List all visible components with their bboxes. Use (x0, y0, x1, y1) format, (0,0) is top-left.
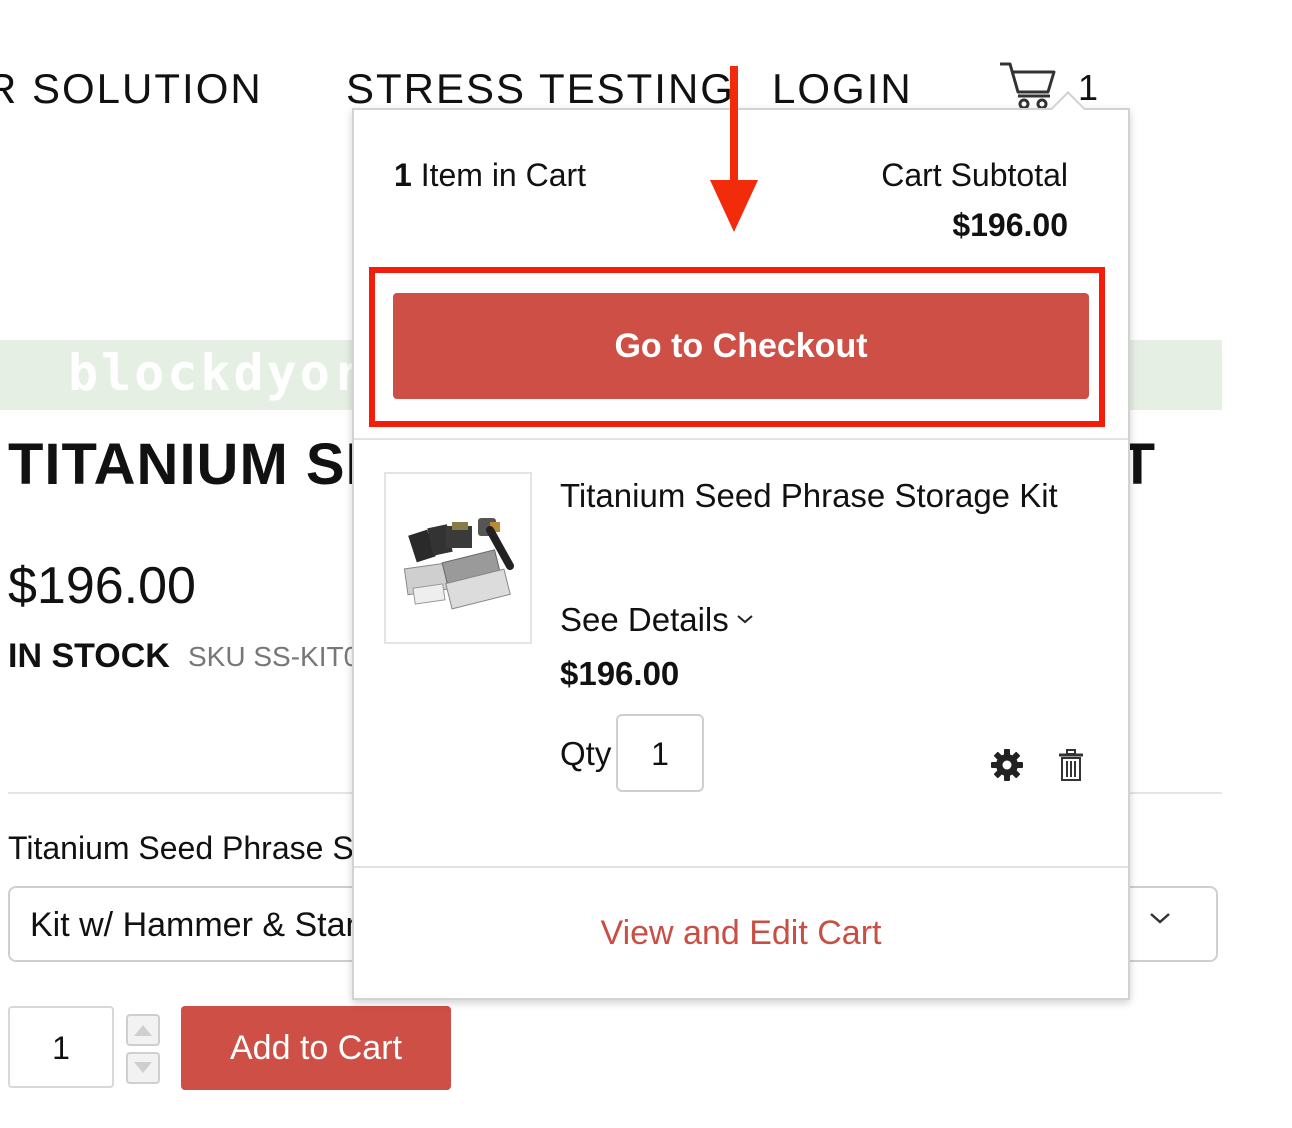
quantity-increment-button[interactable] (126, 1014, 160, 1046)
quantity-decrement-button[interactable] (126, 1052, 160, 1084)
gear-icon[interactable] (990, 748, 1024, 787)
cart-item-count-number: 1 (394, 157, 412, 193)
product-thumbnail[interactable] (384, 472, 532, 644)
view-and-edit-cart-link[interactable]: View and Edit Cart (354, 912, 1128, 954)
chevron-down-icon[interactable] (736, 612, 754, 631)
annotation-arrow (730, 66, 738, 196)
nav-item-stress-testing[interactable]: STRESS TESTING (346, 64, 735, 114)
brand-logo: blockdyor (68, 344, 366, 402)
cart-item-qty-label: Qty (560, 735, 612, 772)
cart-item-name[interactable]: Titanium Seed Phrase Storage Kit (560, 476, 1058, 516)
product-price: $196.00 (8, 557, 196, 615)
divider (354, 438, 1128, 440)
product-sku: SKU SS-KIT01 (188, 641, 375, 672)
divider (354, 866, 1128, 868)
stock-status: IN STOCK (8, 637, 170, 675)
quantity-input[interactable]: 1 (8, 1006, 114, 1088)
cart-item-count: 1 Item in Cart (394, 156, 586, 194)
caret-down-icon (134, 1062, 152, 1073)
chevron-down-icon (1148, 910, 1172, 931)
cart-item-count-text: Item in Cart (411, 157, 587, 193)
annotation-highlight-box (369, 267, 1105, 427)
annotation-arrow-head (710, 180, 758, 232)
cart-item-qty-input[interactable]: 1 (616, 714, 704, 792)
add-to-cart-button[interactable]: Add to Cart (181, 1006, 451, 1090)
cart-icon[interactable] (998, 60, 1058, 110)
caret-up-icon (134, 1025, 152, 1036)
see-details-toggle[interactable]: See Details (560, 600, 729, 640)
trash-icon[interactable] (1058, 748, 1084, 787)
cart-subtotal-label: Cart Subtotal (881, 157, 1068, 193)
nav-item-login[interactable]: LOGIN (772, 64, 913, 114)
cart-subtotal-amount: $196.00 (952, 207, 1068, 243)
cart-item-price: $196.00 (560, 655, 680, 692)
nav-item-solution[interactable]: R SOLUTION (0, 64, 263, 114)
